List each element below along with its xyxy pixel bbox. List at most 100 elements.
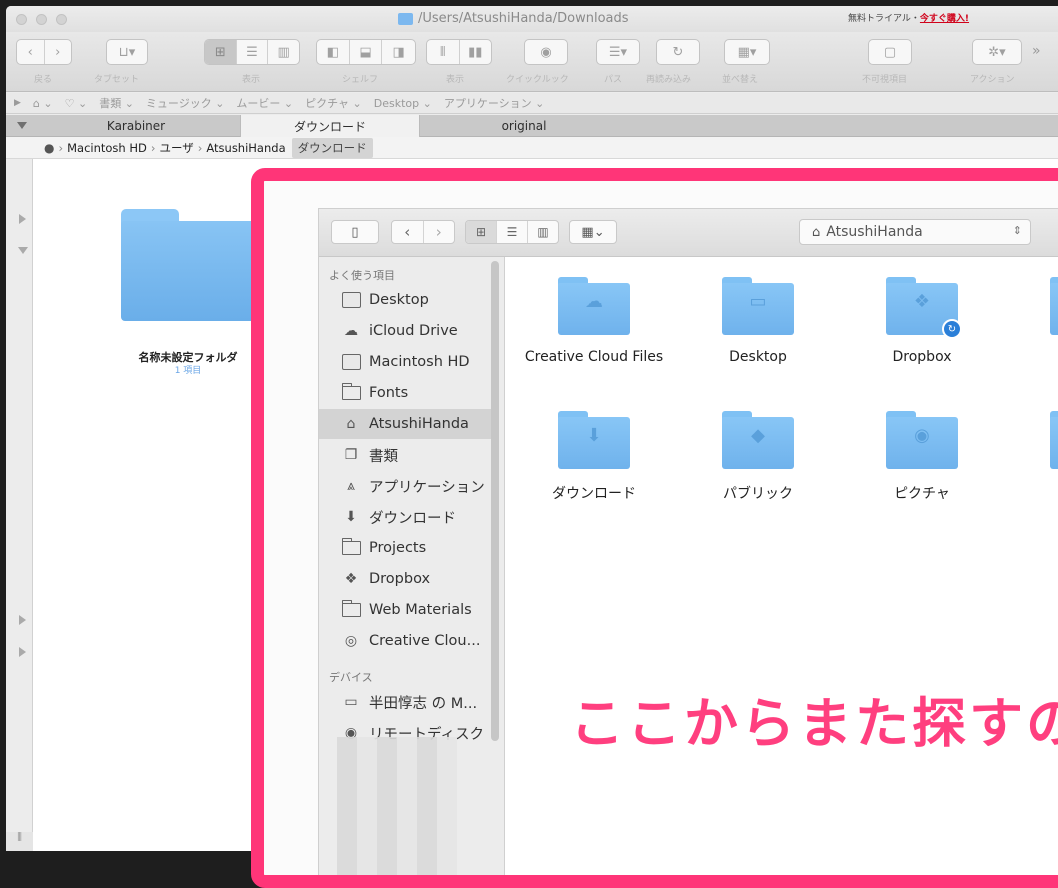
sidebar-item-creative-cloud[interactable]: ◎ Creative Clou...: [319, 626, 491, 656]
tab-original[interactable]: original: [426, 115, 622, 137]
column-view-button[interactable]: ▥: [268, 40, 299, 64]
sort-button[interactable]: ▦▾: [724, 39, 770, 65]
fav-documents[interactable]: 書類 ⌄: [99, 95, 134, 111]
toolbar-label-tabset: タブセット: [94, 75, 140, 85]
inner-forward-button[interactable]: ›: [424, 221, 455, 243]
toolbar-label-shelf: シェルフ: [342, 75, 379, 85]
sidebar-item-applications[interactable]: ⩓ アプリケーション: [319, 471, 491, 501]
action-button[interactable]: ✲▾: [972, 39, 1022, 65]
folder-dropbox[interactable]: ❖ ↻ Dropbox: [842, 277, 1002, 365]
disclosure-right-icon[interactable]: [19, 615, 26, 625]
icon-view-button[interactable]: ⊞: [205, 40, 237, 64]
toolbar: ‹ › ⊔▾ ⊞ ☰ ▥ ◧ ⬓ ◨ ⫴ ▮▮ ◉ ☰▾ ↻ ▦▾ ▢ ✲▾ »…: [6, 32, 1058, 92]
shelf-bottom-button[interactable]: ⬓: [350, 40, 383, 64]
folder-label: ミ: [1006, 483, 1058, 503]
shelf-right-button[interactable]: ◨: [382, 40, 415, 64]
inner-back-button[interactable]: ‹: [392, 221, 424, 243]
sidebar-item-label: アプリケーション: [369, 479, 485, 496]
folder-icon: ▭: [722, 277, 794, 335]
fav-applications[interactable]: アプリケーション ⌄: [444, 95, 545, 111]
sidebar-item-atsushihanda[interactable]: ⌂ AtsushiHanda: [319, 409, 491, 439]
disclosure-right-icon[interactable]: [19, 214, 26, 224]
folder-creative-cloud-files[interactable]: ☁ Creative Cloud Files: [514, 277, 674, 365]
fav-favorites[interactable]: ♡ ⌄: [65, 97, 88, 110]
fav-music[interactable]: ミュージック ⌄: [146, 95, 225, 111]
download-icon: ⬇: [345, 509, 357, 525]
folder-noc[interactable]: noc: [1006, 277, 1058, 365]
inner-column-view-button[interactable]: ▥: [528, 221, 558, 243]
sidebar-item-projects[interactable]: Projects: [319, 533, 491, 563]
minimize-button[interactable]: [36, 14, 47, 25]
crumb-downloads[interactable]: ダウンロード: [291, 137, 373, 158]
fav-pictures[interactable]: ピクチャ ⌄: [305, 95, 362, 111]
shelf-left-button[interactable]: ◧: [317, 40, 350, 64]
trial-notice: 無料トライアル・今すぐ購入!: [848, 11, 969, 24]
toolbar-label-display: 表示: [446, 75, 465, 85]
folder-icon: ☁: [558, 277, 630, 335]
tabset-button[interactable]: ⊔▾: [106, 39, 148, 65]
sidebar-item-macbook[interactable]: ▭ 半田惇志 の M...: [319, 687, 491, 717]
buy-now-link[interactable]: 今すぐ購入!: [920, 14, 969, 24]
sidebar-item-fonts[interactable]: Fonts: [319, 378, 491, 408]
documents-icon: ❐: [344, 447, 358, 463]
tab-karabiner[interactable]: Karabiner: [36, 115, 236, 137]
invisible-items-button[interactable]: ▢: [868, 39, 912, 65]
folder-icon: [341, 383, 361, 401]
breadcrumb: ● › Macintosh HD › ユーザ › AtsushiHanda ダウ…: [6, 137, 1058, 159]
disclosure-right-icon[interactable]: [19, 647, 26, 657]
sidebar-item-macintosh-hd[interactable]: Macintosh HD: [319, 347, 491, 377]
favorites-toggle-icon[interactable]: ▶: [14, 98, 21, 108]
folder-pictures[interactable]: ◉ ピクチャ: [842, 411, 1002, 503]
applications-icon: ⩓: [347, 478, 355, 494]
sidebar-toggle-button[interactable]: ▯: [331, 220, 379, 244]
sidebar-item-icloud[interactable]: ☁ iCloud Drive: [319, 316, 491, 346]
crumb-users[interactable]: ユーザ: [159, 140, 193, 156]
forward-button[interactable]: ›: [45, 40, 72, 64]
sidebar-item-documents[interactable]: ❐ 書類: [319, 440, 491, 470]
inner-file-grid: ☁ Creative Cloud Files ▭ Desktop ❖ ↻ Drop…: [506, 257, 1058, 875]
inner-icon-view-button[interactable]: ⊞: [466, 221, 497, 243]
favorites-bar: ▶ ⌂ ⌄ ♡ ⌄ 書類 ⌄ ミュージック ⌄ ムービー ⌄ ピクチャ ⌄ De…: [6, 93, 1058, 114]
fav-movies[interactable]: ムービー ⌄: [236, 95, 293, 111]
sidebar-scrollbar[interactable]: [491, 261, 499, 741]
crumb-atsushihanda[interactable]: AtsushiHanda: [206, 141, 285, 155]
sidebar-item-label: Creative Clou...: [369, 633, 481, 649]
arrange-button[interactable]: ▦⌄: [569, 220, 617, 244]
inner-view-group: ⊞ ☰ ▥: [465, 220, 559, 244]
tab-downloads[interactable]: ダウンロード: [240, 115, 420, 137]
inner-toolbar: ▯ ‹ › ⊞ ☰ ▥ ▦⌄ ⌂ AtsushiHanda ⇕: [319, 209, 1058, 257]
list-view-button[interactable]: ☰: [237, 40, 269, 64]
sidebar-item-dropbox[interactable]: ❖ Dropbox: [319, 564, 491, 594]
folder-desktop[interactable]: ▭ Desktop: [678, 277, 838, 365]
fav-home[interactable]: ⌂ ⌄: [33, 97, 53, 110]
inner-list-view-button[interactable]: ☰: [497, 221, 528, 243]
zoom-button[interactable]: [56, 14, 67, 25]
folder-downloads[interactable]: ⬇ ダウンロード: [514, 411, 674, 503]
sidebar-item-downloads[interactable]: ⬇ ダウンロード: [319, 502, 491, 532]
resize-handle-icon[interactable]: ⫼: [6, 832, 33, 851]
folder-icon: [341, 600, 361, 618]
toolbar-overflow-button[interactable]: »: [1032, 43, 1041, 59]
crumb-macintosh-hd[interactable]: Macintosh HD: [67, 141, 147, 155]
display-dual-button[interactable]: ▮▮: [460, 40, 492, 64]
back-button[interactable]: ‹: [17, 40, 45, 64]
folder-music[interactable]: ミ: [1006, 411, 1058, 503]
sidebar-item-web-materials[interactable]: Web Materials: [319, 595, 491, 625]
path-button[interactable]: ☰▾: [596, 39, 640, 65]
folder-item-count: 1 項目: [174, 366, 202, 376]
display-split-button[interactable]: ⫴: [427, 40, 460, 64]
sidebar-item-desktop[interactable]: Desktop: [319, 285, 491, 315]
updown-chevron-icon: ⇕: [1012, 224, 1022, 237]
sidebar-item-label: Web Materials: [369, 602, 472, 618]
reload-button[interactable]: ↻: [656, 39, 700, 65]
tabbar-collapse-icon[interactable]: [17, 122, 27, 129]
folder-public[interactable]: ◆ パブリック: [678, 411, 838, 503]
gear-icon: ✲▾: [988, 44, 1006, 60]
folder-icon[interactable]: [121, 209, 271, 321]
close-button[interactable]: [16, 14, 27, 25]
quicklook-button[interactable]: ◉: [524, 39, 568, 65]
fav-desktop[interactable]: Desktop ⌄: [374, 97, 432, 110]
location-popup[interactable]: ⌂ AtsushiHanda ⇕: [799, 219, 1031, 245]
window-title-text: /Users/AtsushiHanda/Downloads: [418, 11, 629, 26]
disclosure-down-icon[interactable]: [18, 247, 28, 254]
